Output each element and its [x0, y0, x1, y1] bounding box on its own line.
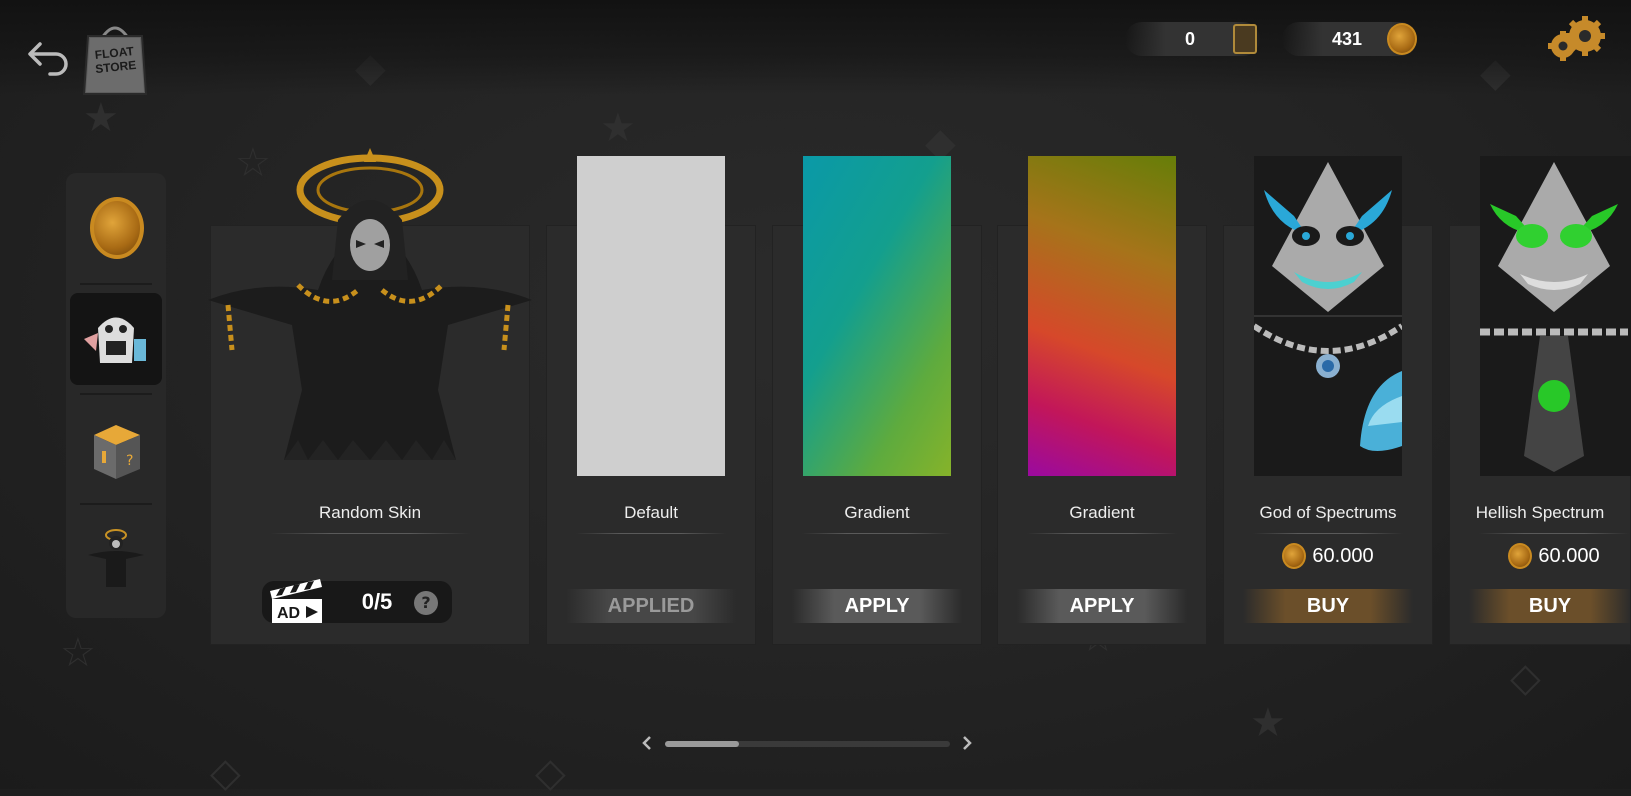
- ad-label: AD: [277, 605, 300, 622]
- price-tag: 60.000: [1223, 543, 1433, 569]
- diamond-decoration: ◇: [1510, 655, 1541, 701]
- mystery-box-icon: ?: [94, 425, 140, 479]
- coin-count: 431: [1332, 28, 1363, 49]
- gradient-swatch: [803, 156, 951, 476]
- card-name: Default: [624, 503, 678, 522]
- divider: [1479, 533, 1629, 534]
- clapperboard-icon: AD: [270, 579, 322, 623]
- skin-card-gradient-rainbow[interactable]: Gradient APPLY: [997, 156, 1207, 645]
- diamond-decoration: ◇: [210, 750, 241, 796]
- skin-card-gradient-teal[interactable]: Gradient APPLY: [772, 156, 982, 645]
- skin-card-default[interactable]: Default APPLIED: [546, 156, 756, 645]
- coin-icon: [1387, 23, 1417, 55]
- divider: [1027, 533, 1177, 534]
- card-name: Gradient: [844, 503, 910, 522]
- reaper-character-icon: [88, 529, 144, 587]
- float-store-button[interactable]: FLOAT STORE: [80, 20, 150, 96]
- star-decoration: ☆: [60, 630, 96, 676]
- diamond-decoration: ◇: [535, 750, 566, 796]
- default-swatch: [577, 156, 725, 476]
- watch-ad-button[interactable]: AD 0/5 ?: [262, 579, 452, 623]
- skin-card-hellish-spectrum[interactable]: Hellish Spectrum 60.000 BUY: [1449, 156, 1631, 645]
- card-name: Hellish Spectrum: [1475, 503, 1605, 522]
- star-decoration: ★: [1250, 700, 1286, 746]
- god-of-spectrums-preview: [1254, 156, 1402, 476]
- coin-icon: [1508, 543, 1533, 569]
- category-sidebar: ?: [66, 173, 166, 618]
- card-name: Gradient: [1069, 503, 1135, 522]
- ad-progress: 0/5: [361, 589, 393, 614]
- category-mystery-box[interactable]: ?: [70, 401, 162, 493]
- divider: [1253, 533, 1403, 534]
- coin-counter: 431: [1282, 22, 1417, 56]
- card-name: God of Spectrums: [1259, 503, 1397, 522]
- chevron-right-icon[interactable]: [960, 735, 974, 751]
- divider: [576, 533, 726, 534]
- apply-button[interactable]: APPLY: [792, 589, 962, 623]
- hellish-spectrum-preview: [1480, 156, 1631, 476]
- applied-button: APPLIED: [566, 589, 736, 623]
- price-value: 60.000: [1538, 544, 1600, 567]
- category-characters[interactable]: [70, 511, 162, 603]
- random-skin-card[interactable]: Random Skin AD 0/5 ?: [208, 148, 532, 645]
- skin-card-god-of-spectrums[interactable]: God of Spectrums 60.000 BUY: [1223, 156, 1433, 645]
- card-name: Random Skin: [318, 503, 422, 522]
- category-skins[interactable]: [70, 293, 162, 385]
- reaper-character-preview: [208, 148, 532, 460]
- pass-count: 0: [1185, 28, 1196, 49]
- settings-gear-icon[interactable]: [1545, 12, 1611, 64]
- svg-text:?: ?: [126, 453, 133, 469]
- apply-button[interactable]: APPLY: [1017, 589, 1187, 623]
- price-value: 60.000: [1312, 544, 1374, 567]
- gradient-swatch: [1028, 156, 1176, 476]
- buy-button[interactable]: BUY: [1469, 589, 1631, 623]
- coin-icon: [1282, 543, 1307, 569]
- skins-category-icon: [84, 317, 146, 363]
- horizontal-scrollbar[interactable]: [640, 734, 975, 752]
- star-decoration: ★: [83, 95, 119, 141]
- price-tag: 60.000: [1449, 543, 1631, 569]
- divider: [802, 533, 952, 534]
- category-coins[interactable]: [70, 183, 162, 275]
- scroll-thumb[interactable]: [665, 741, 739, 747]
- coin-icon: [90, 197, 144, 259]
- buy-button[interactable]: BUY: [1243, 589, 1413, 623]
- divider: [270, 533, 470, 534]
- chevron-left-icon[interactable]: [640, 735, 654, 751]
- pass-card-icon: [1233, 24, 1257, 54]
- back-arrow-icon[interactable]: [26, 36, 70, 76]
- pass-counter: 0: [1125, 22, 1260, 56]
- help-icon[interactable]: ?: [414, 591, 438, 615]
- star-decoration: ★: [600, 105, 636, 151]
